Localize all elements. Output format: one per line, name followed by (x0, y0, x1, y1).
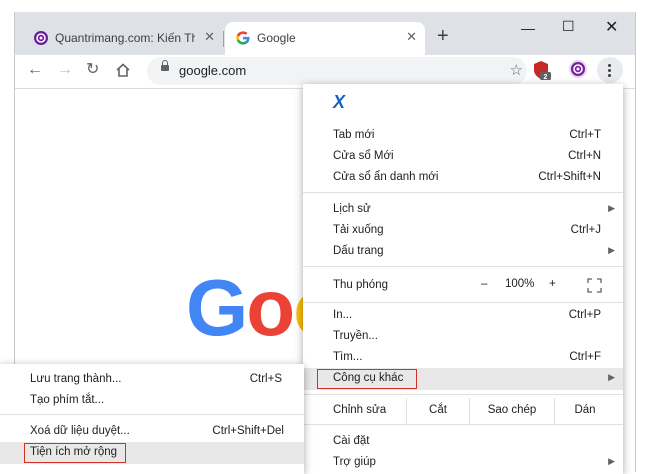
zoom-label: Thu phóng (333, 279, 388, 291)
menu-item-incognito[interactable]: Cửa sổ ẩn danh mới Ctrl+Shift+N (303, 167, 623, 188)
submenu-item-create-shortcut[interactable]: Tạo phím tắt... (0, 390, 304, 411)
back-icon[interactable]: ← (27, 61, 43, 79)
zoom-level: 100% (505, 278, 535, 290)
menu-divider (303, 394, 623, 395)
menu-item-cast[interactable]: Truyền... (303, 326, 623, 347)
menu-item-label: Tìm... (333, 351, 363, 363)
window-close-icon[interactable]: ✕ (605, 17, 618, 37)
app-mark: X (333, 92, 346, 112)
chevron-right-icon: ▶ (608, 203, 615, 213)
menu-divider (0, 414, 304, 415)
menu-item-shortcut: Ctrl+N (568, 150, 601, 162)
menu-item-label: Lưu trang thành... (30, 373, 122, 385)
new-tab-icon[interactable]: + (437, 26, 449, 46)
menu-divider (303, 192, 623, 193)
minimize-icon[interactable]: — (521, 20, 535, 36)
menu-item-print[interactable]: In... Ctrl+P (303, 305, 623, 326)
menu-item-label: Xoá dữ liệu duyệt... (30, 425, 130, 437)
menu-item-label: Cửa sổ ẩn danh mới (333, 171, 439, 183)
menu-kebab-icon[interactable] (597, 57, 623, 83)
edit-label: Chỉnh sửa (333, 404, 387, 416)
submenu-item-clear-data[interactable]: Xoá dữ liệu duyệt... Ctrl+Shift+Del (0, 421, 304, 442)
paste-button[interactable]: Dán (555, 404, 615, 416)
menu-item-shortcut: Ctrl+Shift+Del (212, 425, 284, 437)
menu-item-label: Tạo phím tắt... (30, 394, 105, 406)
shield-extension-icon[interactable]: 2 (531, 60, 551, 80)
reload-icon[interactable]: ↻ (86, 61, 99, 79)
close-icon[interactable]: ✕ (406, 29, 417, 45)
menu-item-label: Truyền... (333, 330, 378, 342)
menu-item-label: Công cụ khác (333, 372, 404, 384)
menu-item-label: Trợ giúp (333, 456, 376, 468)
chevron-right-icon: ▶ (608, 456, 615, 466)
close-icon[interactable]: ✕ (204, 29, 215, 45)
menu-item-shortcut: Ctrl+Shift+N (538, 171, 601, 183)
menu-item-shortcut: Ctrl+T (569, 129, 601, 141)
menu-item-label: Dấu trang (333, 245, 384, 257)
maximize-icon[interactable]: ☐ (562, 18, 575, 35)
forward-icon[interactable]: → (57, 61, 73, 79)
menu-item-shortcut: Ctrl+J (570, 224, 601, 236)
home-icon[interactable] (115, 62, 131, 78)
menu-item-help[interactable]: Trợ giúp ▶ (303, 452, 623, 473)
menu-item-label: Cửa sổ Mới (333, 150, 394, 162)
menu-item-more-tools[interactable]: Công cụ khác ▶ (303, 368, 623, 390)
zoom-out-button[interactable]: – (481, 278, 487, 290)
menu-divider (303, 266, 623, 267)
menu-divider (303, 424, 623, 425)
profile-extension-icon[interactable] (568, 59, 588, 79)
tab-title: Google (257, 31, 296, 45)
copy-button[interactable]: Sao chép (470, 404, 554, 416)
menu-item-new-window[interactable]: Cửa sổ Mới Ctrl+N (303, 146, 623, 167)
menu-item-history[interactable]: Lịch sử ▶ (303, 199, 623, 220)
fullscreen-icon[interactable] (587, 278, 602, 293)
url-text: google.com (179, 63, 247, 78)
submenu-item-save-page[interactable]: Lưu trang thành... Ctrl+S (0, 369, 304, 390)
tab-quantrimang[interactable]: Quantrimang.com: Kiến Thức ✕ (23, 22, 224, 55)
quantrimang-favicon (34, 31, 48, 45)
menu-item-label: In... (333, 309, 353, 321)
menu-item-shortcut: Ctrl+P (568, 309, 601, 321)
menu-item-bookmarks[interactable]: Dấu trang ▶ (303, 241, 623, 262)
more-tools-submenu: Lưu trang thành... Ctrl+S Tạo phím tắt..… (0, 364, 304, 474)
google-favicon (236, 31, 250, 45)
zoom-in-button[interactable]: + (549, 278, 556, 290)
menu-item-label: Tab mới (333, 129, 375, 141)
menu-item-find[interactable]: Tìm... Ctrl+F (303, 347, 623, 368)
menu-item-shortcut: Ctrl+F (569, 351, 601, 363)
cut-button[interactable]: Cắt (407, 404, 469, 416)
menu-item-label: Cài đặt (333, 435, 370, 447)
chevron-right-icon: ▶ (608, 372, 615, 382)
address-bar[interactable]: google.com ☆ (147, 57, 527, 85)
menu-item-label: Tiện ích mở rộng (30, 446, 118, 458)
title-bar: Quantrimang.com: Kiến Thức ✕ Google ✕ + … (15, 12, 635, 55)
menu-item-label: Lịch sử (333, 203, 371, 215)
menu-item-new-tab[interactable]: Tab mới Ctrl+T (303, 125, 623, 146)
extension-badge: 2 (544, 74, 548, 80)
menu-zoom-row: Thu phóng – 100% + (303, 273, 623, 297)
lock-icon[interactable] (161, 60, 169, 71)
chevron-right-icon: ▶ (608, 245, 615, 255)
menu-item-settings[interactable]: Cài đặt (303, 431, 623, 452)
menu-edit-row: Chỉnh sửa Cắt Sao chép Dán (303, 398, 623, 424)
chrome-main-menu: X Tab mới Ctrl+T Cửa sổ Mới Ctrl+N Cửa s… (303, 84, 623, 474)
menu-divider (303, 302, 623, 303)
menu-item-downloads[interactable]: Tải xuống Ctrl+J (303, 220, 623, 241)
tab-title: Quantrimang.com: Kiến Thức (55, 31, 195, 45)
submenu-item-extensions[interactable]: Tiện ích mở rộng (0, 442, 304, 464)
menu-item-shortcut: Ctrl+S (249, 373, 282, 385)
bookmark-star-icon[interactable]: ☆ (510, 61, 523, 79)
menu-item-label: Tải xuống (333, 224, 384, 236)
tab-google[interactable]: Google ✕ (225, 22, 425, 55)
